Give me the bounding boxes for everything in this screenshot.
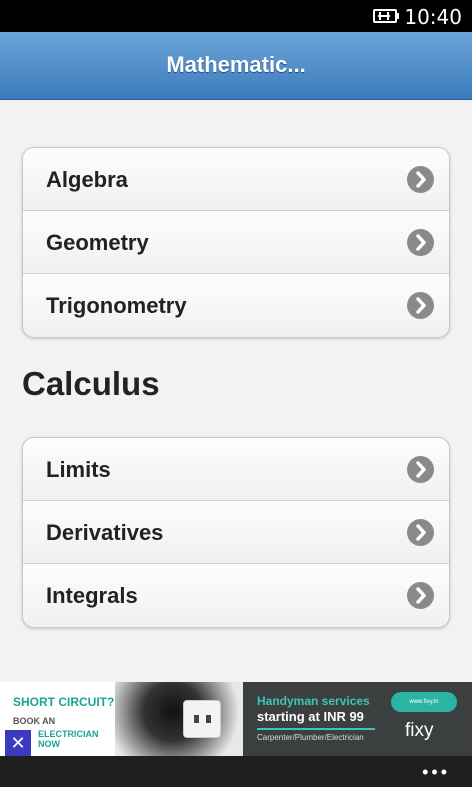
app-bar: ••• — [0, 756, 472, 787]
ad-service-title: Handyman services — [257, 694, 370, 708]
list-item-label: Trigonometry — [46, 293, 187, 318]
list-item-trigonometry[interactable]: Trigonometry — [23, 274, 449, 337]
ad-banner[interactable]: SHORT CIRCUIT? BOOK AN ELECTRICIAN NOW H… — [0, 682, 472, 756]
chevron-right-icon — [407, 519, 434, 546]
list-item-limits[interactable]: Limits — [23, 438, 449, 501]
ad-subtext: BOOK AN — [13, 716, 56, 726]
ad-brand-logo: fixy — [405, 720, 434, 741]
ad-url-pill[interactable]: www.fixy.in — [391, 692, 457, 712]
chevron-right-icon — [407, 229, 434, 256]
topics-list: Algebra Geometry Trigonometry — [22, 147, 450, 338]
list-item-geometry[interactable]: Geometry — [23, 211, 449, 274]
chevron-right-icon — [407, 292, 434, 319]
ad-subtext: ELECTRICIAN NOW — [38, 729, 99, 749]
more-options-icon[interactable]: ••• — [422, 762, 450, 783]
app-header: Mathematic... — [0, 32, 472, 100]
ad-divider — [257, 728, 375, 730]
battery-charging-icon — [372, 8, 402, 24]
calculus-list: Limits Derivatives Integrals — [22, 437, 450, 628]
clock: 10:40 — [404, 5, 462, 29]
chevron-right-icon — [407, 456, 434, 483]
list-item-label: Integrals — [46, 583, 138, 608]
list-item-label: Algebra — [46, 167, 128, 192]
ad-headline: SHORT CIRCUIT? — [13, 695, 115, 709]
chevron-right-icon — [407, 166, 434, 193]
status-bar: 10:40 — [0, 0, 472, 32]
list-item-label: Derivatives — [46, 520, 164, 545]
chevron-right-icon — [407, 582, 434, 609]
list-item-integrals[interactable]: Integrals — [23, 564, 449, 627]
ad-right-panel[interactable]: Handyman services starting at INR 99 Car… — [243, 682, 472, 756]
list-item-label: Limits — [46, 457, 111, 482]
power-socket-icon — [183, 700, 221, 738]
section-heading-calculus: Calculus — [22, 365, 160, 402]
ad-price-text: starting at INR 99 — [257, 709, 364, 724]
ad-socket-image[interactable] — [115, 682, 243, 756]
page-title: Mathematic... — [166, 52, 306, 77]
main-content: Algebra Geometry Trigonometry Calculus L… — [0, 100, 472, 682]
ad-close-button[interactable]: ✕ — [5, 730, 31, 756]
list-item-label: Geometry — [46, 230, 149, 255]
list-item-algebra[interactable]: Algebra — [23, 148, 449, 211]
list-item-derivatives[interactable]: Derivatives — [23, 501, 449, 564]
ad-service-list: Carpenter/Plumber/Electrician — [257, 733, 364, 742]
